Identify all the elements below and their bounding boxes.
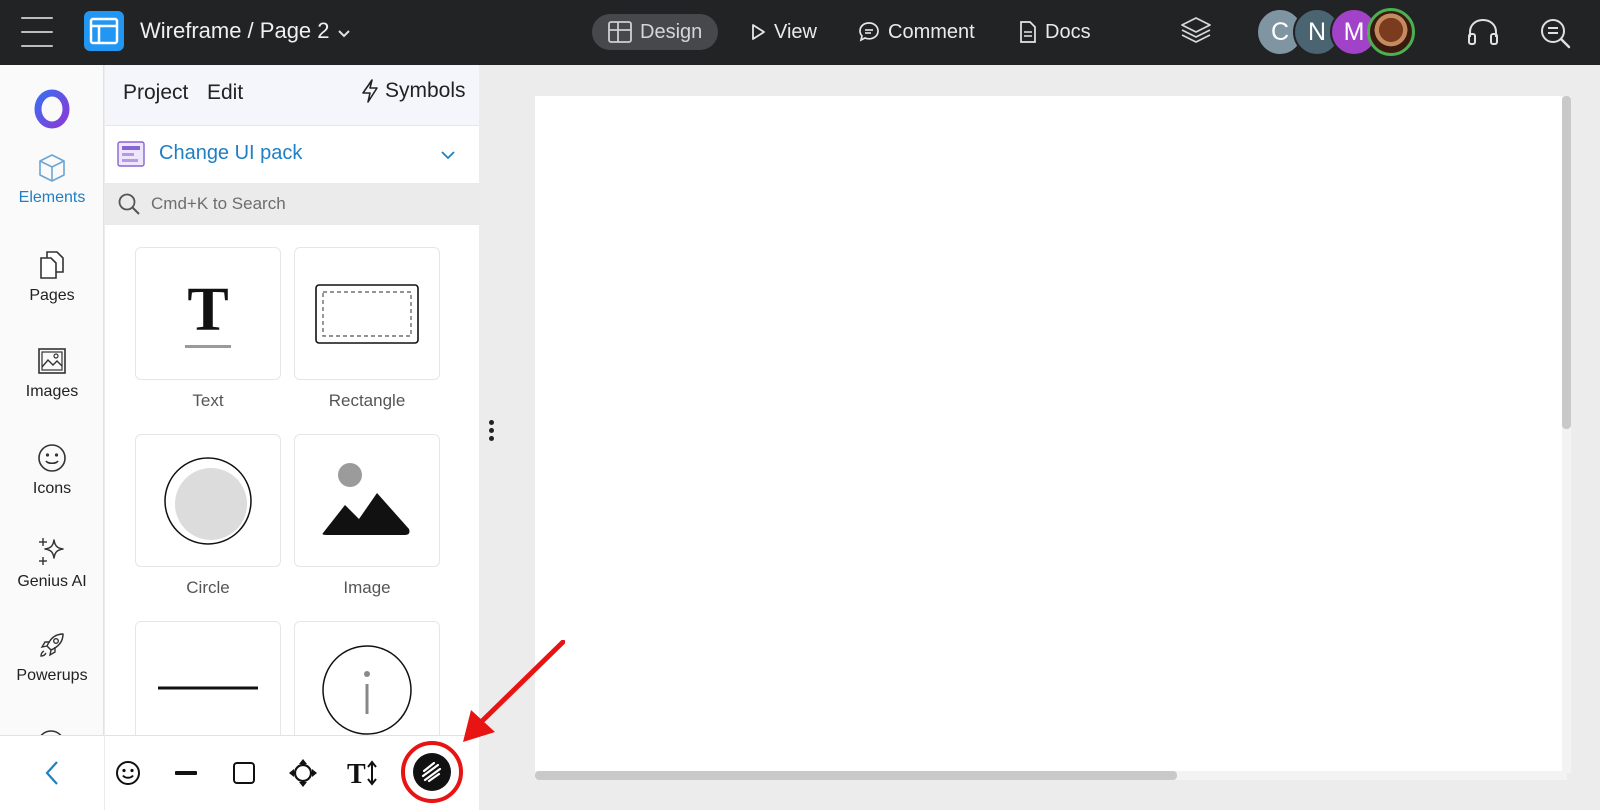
view-mode-label: View <box>774 20 817 43</box>
info-icon <box>322 645 412 735</box>
layout-icon <box>608 21 632 43</box>
elements-grid: T Text Rectangle Circle Image <box>105 225 479 735</box>
edit-menu[interactable]: Edit <box>207 81 243 105</box>
element-tile-circle[interactable] <box>135 434 281 567</box>
elements-panel: Project Edit Symbols Change UI pack T Te… <box>105 65 479 810</box>
sidebar-item-label: Elements <box>18 189 86 206</box>
sidebar-item-label: Powerups <box>16 667 88 684</box>
line-preview <box>158 686 258 690</box>
sidebar-item-powerups[interactable]: Powerups <box>0 629 104 685</box>
left-navigation: Elements Pages Images Icons Genius AI Po… <box>0 65 104 810</box>
play-icon <box>752 24 765 40</box>
text-size-icon: T <box>347 759 377 787</box>
move-tool-button[interactable] <box>283 750 323 796</box>
design-mode-button[interactable]: Design <box>592 14 719 50</box>
svg-text:T: T <box>347 759 366 787</box>
quick-tools-bar: T <box>105 735 479 810</box>
layers-icon[interactable] <box>1180 14 1212 51</box>
avatar-photo[interactable] <box>1367 8 1415 56</box>
search-input[interactable] <box>151 189 461 219</box>
element-tile-line[interactable] <box>135 621 281 735</box>
sparkle-icon <box>39 538 64 565</box>
ui-pack-label: Change UI pack <box>159 142 303 164</box>
element-label: Circle <box>186 578 230 597</box>
element-label: Image <box>343 578 391 597</box>
sidebar-item-pages[interactable]: Pages <box>0 249 104 305</box>
design-mode-label: Design <box>640 20 703 43</box>
cube-icon <box>39 154 65 182</box>
pages-icon <box>40 251 64 279</box>
doc-icon <box>1020 21 1036 43</box>
text-element-preview: T <box>185 279 231 348</box>
canvas-area <box>504 65 1600 810</box>
rocket-icon <box>40 633 64 657</box>
canvas-page[interactable] <box>535 96 1565 773</box>
element-tile-text[interactable]: T <box>135 247 281 380</box>
element-tile-rectangle[interactable] <box>294 247 440 380</box>
search-menu-icon[interactable] <box>1538 16 1572 55</box>
app-logo[interactable] <box>84 11 124 51</box>
square-icon <box>233 762 255 784</box>
document-title[interactable]: Wireframe / Page 2 <box>140 18 330 44</box>
view-mode-button[interactable]: View <box>734 14 833 50</box>
project-menu[interactable]: Project <box>123 81 188 105</box>
top-bar: Wireframe / Page 2 Design View Comment D… <box>0 0 1600 65</box>
symbols-label: Symbols <box>385 79 466 102</box>
sidebar-item-label: Genius AI <box>17 573 87 590</box>
search-icon <box>117 192 141 221</box>
brand-logo[interactable] <box>34 89 70 134</box>
mountain-image-icon <box>322 462 410 535</box>
vertical-scrollbar-thumb[interactable] <box>1562 96 1571 429</box>
change-ui-pack-dropdown[interactable]: Change UI pack <box>105 125 479 183</box>
panel-resize-handle[interactable] <box>480 65 504 810</box>
chevron-left-icon <box>45 761 58 785</box>
scribble-icon <box>413 753 451 791</box>
horizontal-scrollbar-thumb[interactable] <box>535 771 1177 780</box>
image-icon <box>38 348 66 374</box>
sidebar-item-genius-ai[interactable]: Genius AI <box>0 535 104 591</box>
sidebar-item-images[interactable]: Images <box>0 345 104 401</box>
element-label: Rectangle <box>328 391 406 410</box>
hamburger-menu-icon[interactable] <box>21 17 53 47</box>
ui-pack-icon <box>117 141 145 172</box>
docs-mode-button[interactable]: Docs <box>1003 14 1107 50</box>
drag-dots-icon <box>489 420 495 441</box>
sidebar-item-icons[interactable]: Icons <box>0 442 104 498</box>
collapse-sidebar-button[interactable] <box>0 735 104 810</box>
sidebar-item-label: Pages <box>29 287 75 304</box>
sidebar-item-label: Images <box>25 383 79 400</box>
move-icon <box>289 759 317 787</box>
comment-mode-button[interactable]: Comment <box>842 14 991 50</box>
docs-mode-label: Docs <box>1045 20 1091 43</box>
element-tile-image[interactable] <box>294 434 440 567</box>
comment-mode-label: Comment <box>888 20 975 43</box>
element-tile-info[interactable] <box>294 621 440 735</box>
panel-header: Project Edit Symbols <box>105 65 479 125</box>
emoji-tool-button[interactable] <box>108 750 148 796</box>
symbols-button[interactable]: Symbols <box>361 79 466 103</box>
draw-tool-button[interactable] <box>401 741 463 803</box>
sidebar-item-elements[interactable]: Elements <box>0 153 104 207</box>
text-size-tool-button[interactable]: T <box>343 750 383 796</box>
text-glyph: T <box>187 276 229 344</box>
smiley-icon <box>116 761 140 785</box>
line-tool-button[interactable] <box>166 750 206 796</box>
sidebar-item-label: Icons <box>32 480 72 497</box>
circle-preview <box>164 456 252 545</box>
lightning-icon <box>362 79 378 103</box>
headset-icon[interactable] <box>1466 17 1500 52</box>
element-label: Text <box>192 391 224 410</box>
smiley-icon <box>38 444 66 472</box>
line-icon <box>175 771 197 775</box>
chevron-down-icon[interactable] <box>337 26 351 44</box>
rectangle-tool-button[interactable] <box>224 750 264 796</box>
comment-icon <box>859 22 879 42</box>
search-bar <box>105 183 479 225</box>
rectangle-preview <box>315 283 419 344</box>
text-underline <box>185 345 231 348</box>
chevron-down-icon <box>440 147 456 165</box>
